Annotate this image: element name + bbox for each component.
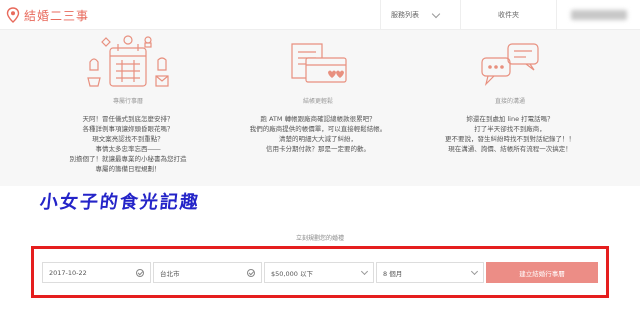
feature-line: 事情太多忠率忘西――: [95, 145, 161, 153]
nav-inbox-label: 收件夾: [498, 11, 519, 19]
brand-name: 結婚二三事: [24, 8, 90, 23]
feature-description: 妳還在到處加 line 打電話嗎？ 打了半天卻找不到廠商， 更不要說，發生糾紛時…: [410, 114, 610, 154]
chevron-down-icon: [431, 9, 441, 18]
features-section: 專屬行事曆 天阿！冒任儀式到底怎麼安排？ 各種詳例事項讓妳頭昏眼花嗎？ 現文案亮…: [0, 30, 640, 186]
feature-line: 妳還在到處加 line 打電話嗎？: [466, 115, 554, 123]
chevron-down-icon: [470, 267, 479, 275]
feature-line: 現文案亮認找不到重點？: [92, 135, 164, 143]
feature-description: 跑 ATM 轉帳跟廠商確認總帳款很累吧？ 我們的廠商提供的帳價單，可以直接輕鬆結…: [218, 114, 418, 154]
city-field[interactable]: 台北市: [153, 262, 262, 283]
feature-line: 清楚的明細大大減了糾紛，: [279, 135, 357, 143]
wedding-date-field[interactable]: 2017-10-22: [42, 262, 151, 283]
blog-watermark: 小女子的食光記趣: [38, 188, 201, 214]
feature-line: 信用卡分期付款？那是一定要的歡。: [266, 145, 370, 153]
check-circle-icon: [247, 268, 255, 277]
blurred-username: [570, 10, 627, 20]
feature-line: 別擔個了！就讓最專業的小秘書為您打造: [69, 155, 187, 163]
chevron-down-icon: [360, 267, 369, 275]
city-value: 台北市: [160, 269, 180, 278]
check-circle-icon: [136, 268, 144, 277]
feature-line: 跑 ATM 轉帳跟廠商確認總帳款很累吧？: [260, 115, 376, 123]
months-select[interactable]: 8 個月: [376, 262, 484, 283]
chat-bubbles-icon: [481, 43, 539, 86]
budget-value: $50,000 以下: [271, 269, 313, 278]
feature-line: 各種詳例事項讓妳頭昏眼花嗎？: [82, 125, 174, 133]
watermark-text: 小女子的食光記趣: [38, 192, 201, 213]
booking-caption: 立刻規劃您的婚禮: [295, 235, 344, 242]
user-menu[interactable]: [556, 0, 640, 30]
feature-title: 直接的溝通: [494, 98, 525, 105]
feature-line: 專屬的籌備日程規劃！: [95, 165, 161, 173]
feature-line: 天阿！冒任儀式到底怎麼安排？: [82, 115, 174, 123]
booking-form: 2017-10-22 台北市 $50,000 以下 8 個月 建立結婚行事曆: [42, 262, 598, 283]
feature-line: 我們的廠商提供的帳價單，可以直接輕鬆結帳。: [249, 125, 387, 133]
feature-line: 更不要說，發生糾紛時找不到對話紀錄了！！: [445, 135, 575, 143]
feature-line: 現在溝通、詢價、結帳所有流程一次搞定！: [448, 145, 572, 153]
nav-services-dropdown[interactable]: 服務列表: [380, 0, 460, 30]
budget-select[interactable]: $50,000 以下: [264, 262, 374, 283]
top-navbar: 結婚二三事 服務列表 收件夾: [0, 0, 640, 30]
months-value: 8 個月: [383, 269, 403, 278]
payment-cards-icon: [291, 43, 347, 83]
feature-title: 專屬行事曆: [112, 98, 143, 105]
nav-inbox-link[interactable]: 收件夾: [460, 0, 556, 30]
location-pin-icon: [6, 7, 20, 23]
feature-description: 天阿！冒任儀式到底怎麼安排？ 各種詳例事項讓妳頭昏眼花嗎？ 現文案亮認找不到重點…: [28, 114, 228, 174]
create-calendar-button[interactable]: 建立結婚行事曆: [486, 262, 598, 283]
wedding-date-value: 2017-10-22: [49, 268, 87, 277]
nav-services-label: 服務列表: [391, 11, 419, 19]
feature-line: 打了半天卻找不到廠商，: [474, 125, 546, 133]
brand-logo[interactable]: 結婚二三事: [6, 5, 89, 25]
wedding-calendar-icon: [87, 35, 169, 87]
feature-title: 結帳更輕鬆: [302, 98, 333, 105]
